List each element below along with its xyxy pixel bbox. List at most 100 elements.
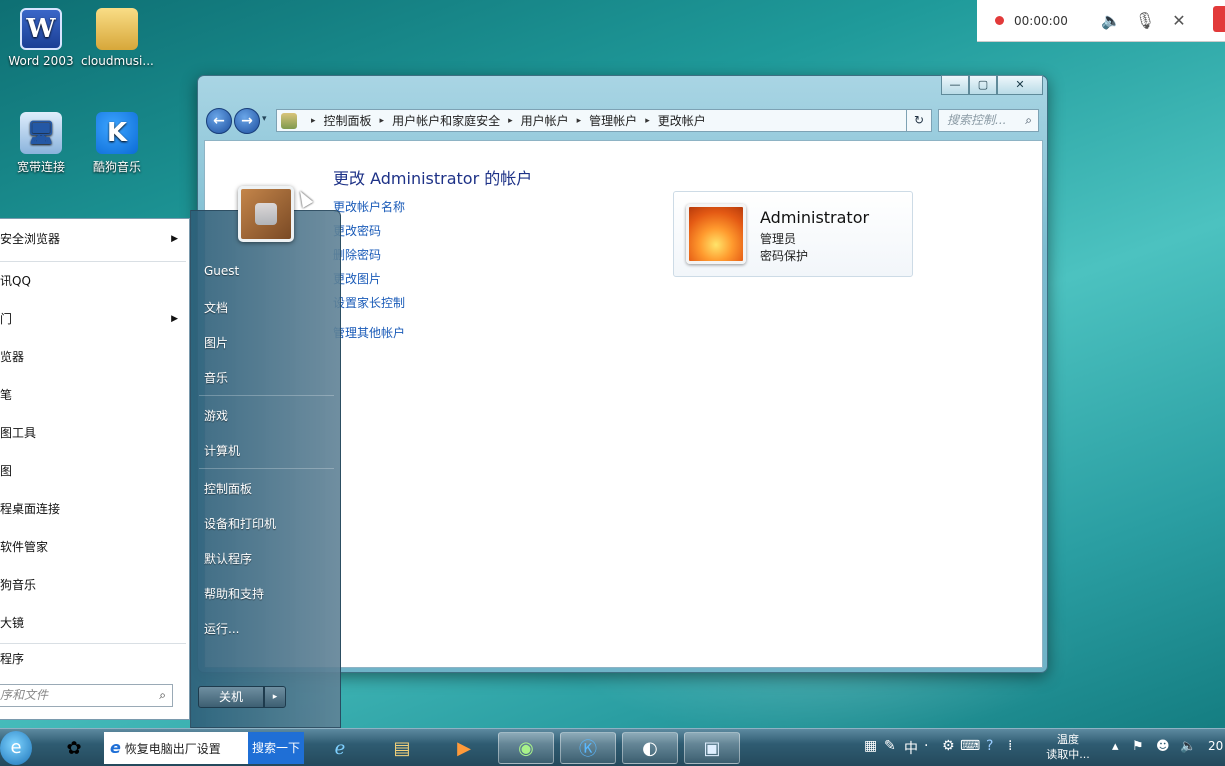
forward-button[interactable]: → — [234, 108, 260, 134]
start-item[interactable]: 门 ▶ — [0, 303, 188, 335]
clock[interactable]: 20 — [1208, 739, 1223, 753]
divider — [199, 468, 334, 469]
taskbar-explorer-icon[interactable]: ▤ — [374, 732, 430, 764]
ie-search-button[interactable]: 搜索一下 — [248, 732, 304, 764]
keyboard-icon[interactable]: ⌨ — [960, 738, 980, 754]
speaker-icon[interactable]: 🔈 — [1094, 11, 1128, 30]
breadcrumb-separator: ▸ — [576, 115, 582, 126]
action-center-icon[interactable]: ⚑ — [1132, 739, 1144, 754]
start-place-music[interactable]: 音乐 — [204, 369, 228, 386]
stop-record-button[interactable] — [1213, 6, 1225, 32]
mic-muted-icon[interactable]: 🎙 — [1128, 11, 1162, 30]
start-item[interactable]: 讯QQ — [0, 265, 188, 297]
help-icon[interactable]: ? — [986, 738, 993, 754]
taskbar-control-panel-icon[interactable]: ▣ — [684, 732, 740, 764]
settings-icon[interactable]: ⚙ — [942, 738, 955, 754]
divider — [199, 395, 334, 396]
taskbar-360-browser-icon[interactable]: ◉ — [498, 732, 554, 764]
desktop-icon-word[interactable]: W Word 2003 — [5, 8, 77, 68]
task-change-picture[interactable]: 更改图片 — [333, 269, 405, 293]
weather-widget[interactable]: 温度 读取中... — [1040, 732, 1096, 762]
close-icon[interactable]: ✕ — [1162, 11, 1196, 30]
start-place-documents[interactable]: 文档 — [204, 299, 228, 316]
taskbar-360-icon[interactable]: ✿ — [46, 732, 102, 764]
history-dropdown-icon[interactable]: ▾ — [262, 114, 267, 124]
task-remove-password[interactable]: 删除密码 — [333, 245, 405, 269]
ime-icon[interactable]: ▦ — [864, 738, 877, 754]
search-placeholder: 搜索控制... — [947, 113, 1007, 127]
start-place-devices-printers[interactable]: 设备和打印机 — [204, 515, 276, 532]
close-window-button[interactable]: ✕ — [997, 75, 1043, 95]
desktop-icon-label: cloudmusi... — [81, 54, 154, 68]
account-role: 管理员 — [760, 232, 797, 246]
taskbar-kugou-icon[interactable]: Ⓚ — [560, 732, 616, 764]
start-item[interactable]: 图工具 — [0, 417, 188, 449]
account-card: Administrator 管理员 密码保护 — [673, 191, 913, 277]
shutdown-options-button[interactable]: ▸ — [264, 686, 286, 708]
ie-search-box[interactable]: e 恢复电脑出厂设置 — [104, 732, 248, 764]
minimize-button[interactable]: — — [941, 75, 969, 95]
refresh-button[interactable]: ↻ — [906, 109, 932, 132]
account-name: Administrator — [760, 208, 870, 227]
weather-status: 读取中... — [1046, 748, 1090, 761]
taskbar-media-player-icon[interactable]: ▶ — [436, 732, 492, 764]
start-place-computer[interactable]: 计算机 — [204, 442, 240, 459]
task-change-password[interactable]: 更改密码 — [333, 221, 405, 245]
start-item[interactable]: 笔 — [0, 379, 188, 411]
taskbar-ie-icon[interactable]: ℯ — [312, 732, 368, 764]
task-change-name[interactable]: 更改帐户名称 — [333, 197, 405, 221]
start-place-help[interactable]: 帮助和支持 — [204, 585, 264, 602]
ime-language[interactable]: 中 — [904, 738, 918, 758]
start-orb-button[interactable]: e — [0, 731, 32, 765]
start-search-input[interactable]: 序和文件 ⌕ — [0, 684, 173, 707]
search-input[interactable]: 搜索控制... ⌕ — [938, 109, 1039, 132]
start-item[interactable]: 程桌面连接 — [0, 493, 188, 525]
start-item-label: 门 — [0, 312, 13, 326]
punctuation-icon[interactable]: · — [924, 738, 928, 754]
folder-icon — [96, 8, 138, 50]
start-place-guest[interactable]: Guest — [204, 264, 239, 278]
breadcrumb-change-account[interactable]: 更改帐户 — [658, 112, 706, 129]
breadcrumb-separator: ▸ — [311, 115, 316, 126]
search-icon[interactable]: ⌕ — [1025, 110, 1032, 131]
all-programs-item[interactable]: 程序 — [0, 643, 188, 675]
start-item[interactable]: 图 — [0, 455, 188, 487]
desktop-icon-broadband[interactable]: 🖥 宽带连接 — [5, 112, 77, 175]
maximize-button[interactable]: ▢ — [969, 75, 997, 95]
start-item-label: 笔 — [0, 388, 13, 402]
start-menu-places: Guest 文档 图片 音乐 游戏 计算机 控制面板 设备和打印机 默认程序 帮… — [190, 210, 341, 728]
start-item[interactable]: 览器 — [0, 341, 188, 373]
qq-icon[interactable]: ☻ — [1156, 739, 1170, 754]
breadcrumb-control-panel[interactable]: 控制面板 — [324, 112, 372, 129]
desktop-icon-cloudmusic[interactable]: cloudmusi... — [81, 8, 154, 68]
start-item-label: 狗音乐 — [0, 578, 37, 592]
start-item[interactable]: 安全浏览器 ▶ — [0, 223, 188, 255]
shutdown-button[interactable]: 关机 — [198, 686, 264, 708]
breadcrumb-user-accounts[interactable]: 用户帐户 — [521, 112, 569, 129]
start-item[interactable]: 大镜 — [0, 607, 188, 639]
start-item-label: 图工具 — [0, 426, 37, 440]
ime-mode-icon[interactable]: ✎ — [884, 738, 896, 754]
start-place-games[interactable]: 游戏 — [204, 407, 228, 424]
tray-menu-icon[interactable]: ⁞ — [1008, 738, 1012, 754]
start-place-default-programs[interactable]: 默认程序 — [204, 550, 252, 567]
network-computer-icon: 🖥 — [20, 112, 62, 154]
show-hidden-icons-icon[interactable]: ▴ — [1112, 739, 1119, 754]
start-place-control-panel[interactable]: 控制面板 — [204, 480, 252, 497]
address-bar[interactable]: ▸ 控制面板 ▸ 用户帐户和家庭安全 ▸ 用户帐户 ▸ 管理帐户 ▸ 更改帐户 … — [276, 109, 931, 132]
divider — [0, 261, 186, 262]
start-item[interactable]: 软件管家 — [0, 531, 188, 563]
task-manage-other-accounts[interactable]: 管理其他帐户 — [333, 323, 405, 347]
breadcrumb-user-family[interactable]: 用户帐户和家庭安全 — [392, 112, 500, 129]
breadcrumb-manage-accounts[interactable]: 管理帐户 — [589, 112, 637, 129]
back-button[interactable]: ← — [206, 108, 232, 134]
desktop-icon-kugou[interactable]: K 酷狗音乐 — [81, 112, 153, 175]
task-parental-controls[interactable]: 设置家长控制 — [333, 293, 405, 317]
start-item[interactable]: 狗音乐 — [0, 569, 188, 601]
start-place-run[interactable]: 运行... — [204, 620, 239, 637]
volume-icon[interactable]: 🔈 — [1180, 739, 1196, 754]
page-title: 更改 Administrator 的帐户 — [333, 169, 533, 188]
start-place-pictures[interactable]: 图片 — [204, 334, 228, 351]
taskbar-player-icon[interactable]: ◐ — [622, 732, 678, 764]
flower-avatar-icon — [686, 204, 746, 264]
